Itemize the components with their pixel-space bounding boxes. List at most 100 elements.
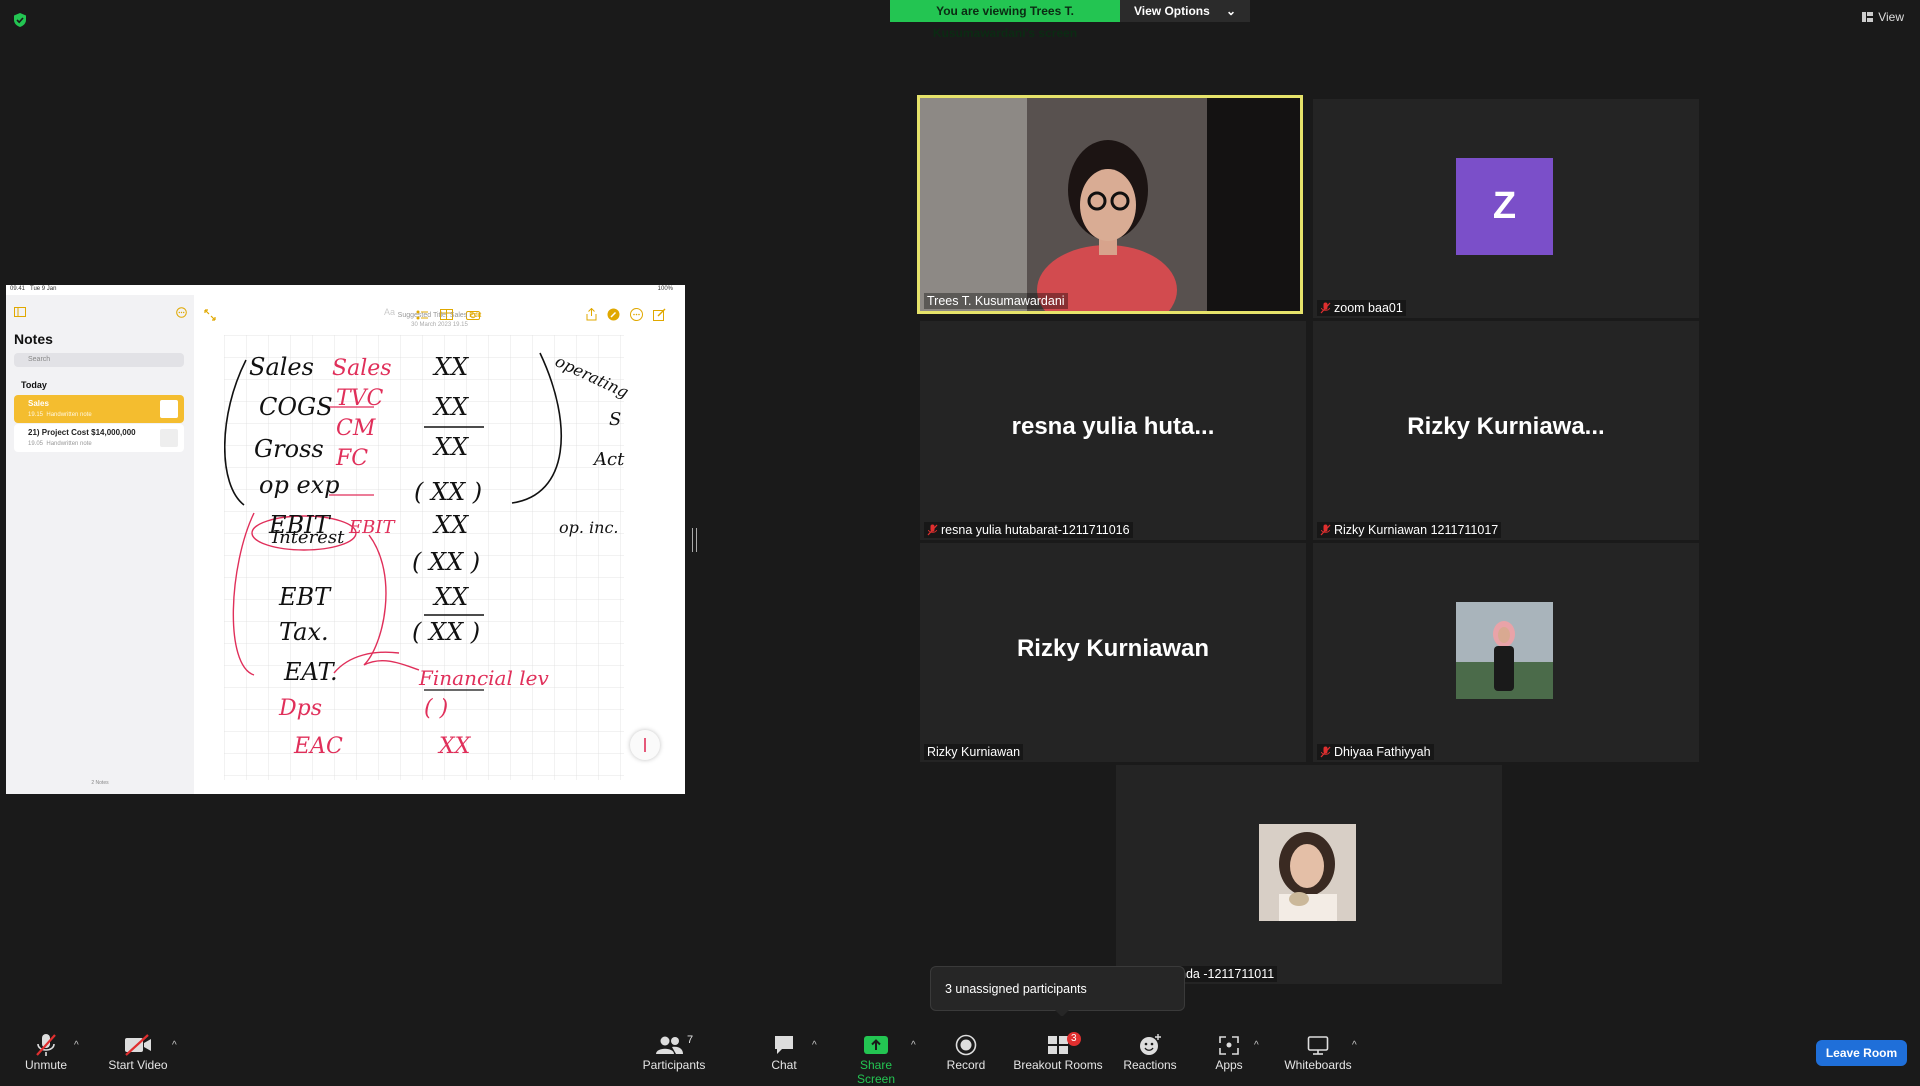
unmute-button[interactable]: Unmute	[18, 1032, 74, 1072]
whiteboards-button[interactable]: Whiteboards	[1282, 1032, 1354, 1072]
share-options-caret[interactable]: ^	[911, 1040, 916, 1051]
hw-xx-paren: ( XX )	[412, 548, 480, 576]
note-thumbnail	[160, 429, 178, 447]
hw-xx-paren: ( XX )	[412, 618, 480, 646]
hw-red-ebit: EBIT	[348, 517, 396, 538]
participant-name: nda -1211711011	[1176, 966, 1278, 982]
shared-screen[interactable]: 09.41 Tue 9 Jan 100% Notes Search Today …	[6, 285, 685, 794]
participant-name: Trees T. Kusumawardani	[924, 293, 1068, 309]
apps-options-caret[interactable]: ^	[1254, 1040, 1259, 1051]
video-tile-dhiyaa[interactable]: Dhiyaa Fathiyyah	[1313, 543, 1699, 762]
edit-title-link[interactable]: Edit	[469, 312, 481, 319]
participant-name: resna yulia hutabarat-1211711016	[924, 522, 1133, 538]
note-subtitle: 19.15 Handwritten note	[28, 412, 92, 418]
participant-name: zoom baa01	[1317, 300, 1406, 316]
whiteboards-options-caret[interactable]: ^	[1352, 1040, 1357, 1051]
record-icon	[955, 1034, 977, 1056]
participant-name-text: Rizky Kurniawan	[927, 745, 1021, 759]
view-options-button[interactable]: View Options ⌄	[1120, 0, 1250, 22]
more-options-icon[interactable]	[176, 307, 187, 318]
video-tile-rizky[interactable]: Rizky Kurniawan Rizky Kurniawan	[920, 543, 1306, 762]
apps-label: Apps	[1215, 1058, 1243, 1072]
note-thumbnail	[160, 400, 178, 418]
reactions-label: Reactions	[1123, 1058, 1177, 1072]
note-item-project-cost[interactable]: 21) Project Cost $14,000,000 19.05 Handw…	[14, 424, 184, 452]
chat-button[interactable]: Chat	[764, 1032, 804, 1072]
hw-tax: Tax.	[279, 618, 329, 646]
notes-search-input[interactable]: Search	[14, 353, 184, 367]
note-time: 19.15	[28, 412, 44, 418]
status-date: Tue 9 Jan	[30, 286, 57, 292]
reactions-button[interactable]: Reactions	[1122, 1032, 1178, 1072]
start-video-button[interactable]: Start Video	[105, 1032, 171, 1072]
start-video-label: Start Video	[108, 1058, 168, 1072]
video-options-caret[interactable]: ^	[172, 1040, 177, 1051]
split-divider-handle[interactable]	[692, 528, 697, 552]
unmute-label: Unmute	[24, 1058, 68, 1072]
video-tile-nda[interactable]: nda -1211711011	[1116, 765, 1502, 984]
breakout-badge: 3	[1067, 1032, 1081, 1046]
hw-xx: XX	[432, 583, 469, 611]
pencil-tool-button[interactable]	[630, 730, 660, 760]
security-shield-icon[interactable]	[12, 12, 28, 28]
notes-sidebar: Notes Search Today Sales 19.15 Handwritt…	[6, 295, 194, 794]
participant-name: Rizky Kurniawan	[924, 744, 1024, 760]
note-title: Sales	[28, 399, 49, 408]
apps-icon	[1219, 1036, 1239, 1055]
share-screen-icon	[864, 1036, 888, 1054]
hw-financial-lev: Financial lev	[418, 666, 549, 690]
participant-display-name: Rizky Kurniawan	[1016, 635, 1210, 662]
sidebar-toggle-icon[interactable]	[14, 307, 26, 317]
handwriting-area[interactable]: Sales COGS Gross op exp EBIT Interest EB…	[224, 335, 649, 780]
hw-op-exp: op exp	[259, 471, 340, 499]
video-tile-zoom-baa01[interactable]: Z zoom baa01	[1313, 99, 1699, 318]
unassigned-participants-tooltip: 3 unassigned participants	[930, 966, 1185, 1017]
hw-red-xx: XX	[437, 734, 472, 759]
avatar: Z	[1456, 158, 1553, 255]
hw-gross: Gross	[254, 435, 324, 463]
apps-button[interactable]: Apps	[1212, 1032, 1246, 1072]
hw-cogs: COGS	[259, 393, 333, 421]
video-tile-resna[interactable]: resna yulia huta... resna yulia hutabara…	[920, 321, 1306, 540]
hw-act: Act	[592, 449, 625, 470]
note-canvas[interactable]: Aa Suggested Title: Sales Edit 30 March …	[194, 295, 685, 794]
note-subtitle: 19.05 Handwritten note	[28, 441, 92, 447]
hw-xx: XX	[432, 511, 469, 539]
view-button[interactable]: View	[1862, 10, 1904, 24]
hw-eat: EAT.	[283, 658, 338, 686]
audio-options-caret[interactable]: ^	[74, 1040, 79, 1051]
mic-muted-icon	[1320, 746, 1331, 758]
video-tile-rizky-1017[interactable]: Rizky Kurniawa... Rizky Kurniawan 121171…	[1313, 321, 1699, 540]
notes-count: 2 Notes	[91, 780, 109, 786]
participant-name-text: Dhiyaa Fathiyyah	[1334, 745, 1431, 759]
video-off-icon	[125, 1034, 151, 1056]
participants-label: Participants	[642, 1058, 706, 1072]
record-button[interactable]: Record	[944, 1032, 988, 1072]
participants-count: 7	[686, 1034, 694, 1046]
chat-options-caret[interactable]: ^	[812, 1040, 817, 1051]
note-type: Handwritten note	[46, 412, 92, 418]
participant-video	[920, 98, 1300, 311]
pencil-icon	[644, 738, 646, 752]
breakout-rooms-button[interactable]: 3 Breakout Rooms	[1012, 1032, 1104, 1072]
screen-share-banner: You are viewing Trees T. Kusumawardani's…	[890, 0, 1250, 40]
status-battery: 100%	[657, 286, 673, 292]
share-screen-button[interactable]: Share Screen	[840, 1032, 912, 1086]
breakout-rooms-label: Breakout Rooms	[1013, 1058, 1103, 1072]
viewing-screen-label: You are viewing Trees T. Kusumawardani's…	[890, 0, 1120, 40]
hw-dps: Dps	[278, 696, 322, 721]
leave-room-button[interactable]: Leave Room	[1816, 1040, 1907, 1066]
hw-cm: CM	[336, 416, 376, 441]
whiteboard-icon	[1307, 1036, 1329, 1055]
participant-display-name: resna yulia huta...	[1011, 413, 1215, 440]
hw-xx: XX	[432, 433, 469, 461]
participants-button[interactable]: 7 Participants	[640, 1032, 708, 1072]
hw-xx: XX	[432, 393, 469, 421]
note-item-sales[interactable]: Sales 19.15 Handwritten note	[14, 395, 184, 423]
hw-red-sales: Sales	[332, 356, 392, 381]
chevron-down-icon: ⌄	[1225, 4, 1236, 18]
hw-fc: FC	[335, 446, 368, 471]
video-tile-trees[interactable]: Trees T. Kusumawardani	[917, 95, 1303, 314]
notes-section-today: Today	[21, 380, 47, 390]
participant-name-text: zoom baa01	[1334, 301, 1403, 315]
